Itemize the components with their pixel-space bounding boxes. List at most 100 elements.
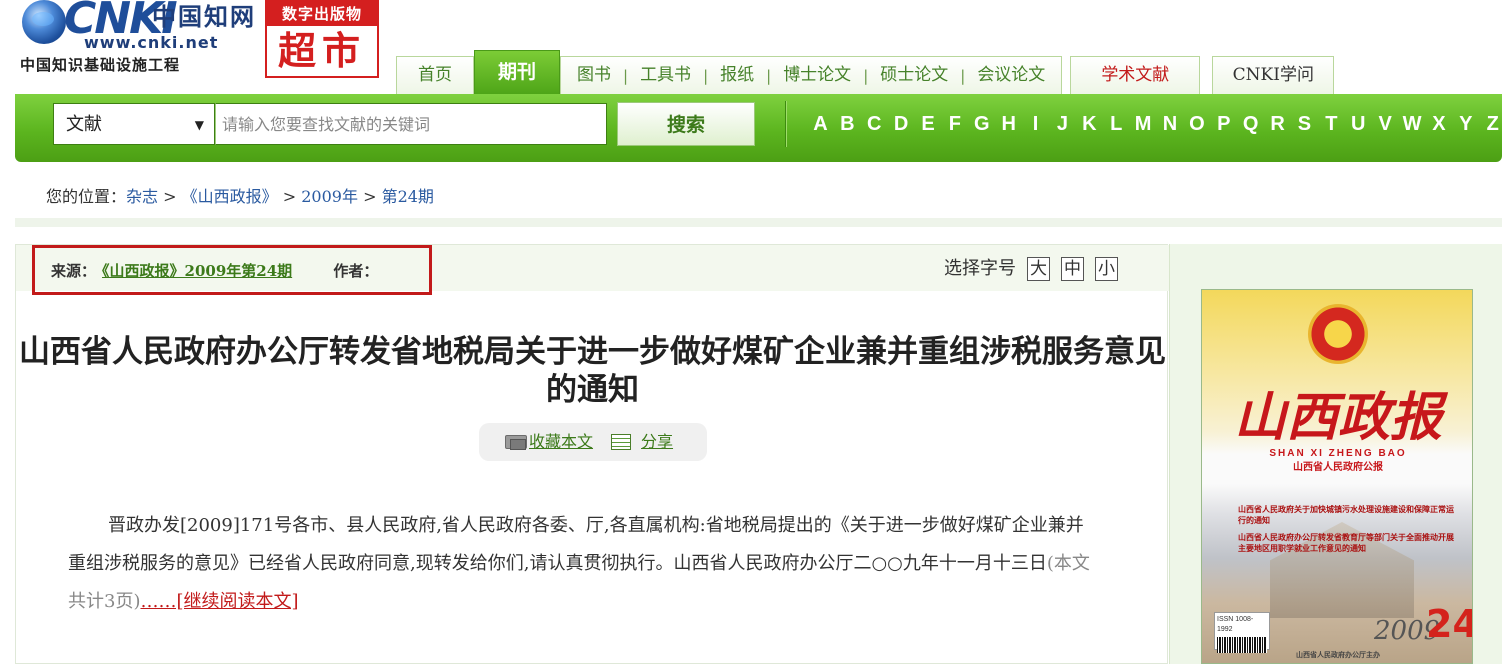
alphabet-letter-i[interactable]: I — [1022, 114, 1049, 134]
search-type-value: 文献 — [66, 114, 102, 135]
continue-reading-link[interactable]: ……[继续阅读本文] — [140, 591, 298, 612]
cover-issue: 24 — [1426, 602, 1472, 646]
cnki-logo[interactable]: CNKI 中国知网 www.cnki.net 中国知识基础设施工程 — [20, 0, 260, 78]
folder-icon[interactable] — [505, 435, 527, 450]
breadcrumb-separator: > — [282, 187, 297, 206]
font-size-medium-button[interactable]: 中 — [1061, 257, 1084, 281]
alphabet-letter-t[interactable]: T — [1318, 114, 1345, 134]
alphabet-letter-v[interactable]: V — [1372, 114, 1399, 134]
alphabet-letter-m[interactable]: M — [1130, 114, 1157, 134]
cover-pinyin: SHAN XI ZHENG BAO — [1269, 448, 1407, 459]
alphabet-letter-k[interactable]: K — [1076, 114, 1103, 134]
article-abstract: 晋政办发[2009]171号各市、县人民政府,省人民政府各委、厅,各直属机构:省… — [68, 507, 1098, 621]
national-emblem-icon — [1308, 304, 1368, 364]
abstract-text: 晋政办发[2009]171号各市、县人民政府,省人民政府各委、厅,各直属机构:省… — [68, 515, 1084, 574]
font-size-large-button[interactable]: 大 — [1027, 257, 1050, 281]
breadcrumb-journal[interactable]: 《山西政报》 — [182, 187, 278, 206]
alphabet-letter-d[interactable]: D — [888, 114, 915, 134]
alphabet-letter-f[interactable]: F — [941, 114, 968, 134]
breadcrumb-separator: > — [363, 187, 377, 206]
side-panel: 山西政报 SHAN XI ZHENG BAO 山西省人民政府公报 山西省人民政府… — [1169, 244, 1502, 664]
alphabet-letter-j[interactable]: J — [1049, 114, 1076, 134]
nav-separator: | — [703, 66, 709, 85]
source-label: 来源： — [51, 262, 97, 280]
search-bar: 文献 ▼ 请输入您要查找文献的关键词 搜索 ABCDEFGHIJKLMNOPQR… — [15, 94, 1502, 162]
tab-books[interactable]: 图书 — [567, 67, 621, 84]
alphabet-letter-h[interactable]: H — [995, 114, 1022, 134]
tab-doctoral-theses[interactable]: 博士论文 — [773, 67, 861, 84]
cover-toc-item: 山西省人民政府关于加快城镇污水处理设施建设和保障正常运行的通知 — [1238, 505, 1454, 525]
source-row: 来源： 《山西政报》2009年第24期 作者： 选择字号 大 中 小 — [16, 245, 1169, 295]
alphabet-letter-l[interactable]: L — [1103, 114, 1130, 134]
author-label: 作者： — [333, 262, 379, 280]
nav-separator: | — [960, 66, 966, 85]
nav-tab-group: 图书 | 工具书 | 报纸 | 博士论文 | 硕士论文 | 会议论文 — [560, 56, 1063, 94]
issn-box: ISSN 1008-1992 — [1214, 612, 1270, 653]
alphabet-index: ABCDEFGHIJKLMNOPQRSTUVWXYZ — [807, 94, 1502, 154]
nav-separator: | — [766, 66, 772, 85]
digital-market-badge[interactable]: 数字出版物 超市 — [265, 0, 379, 78]
source-link[interactable]: 《山西政报》2009年第24期 — [102, 262, 292, 280]
tab-reference-books[interactable]: 工具书 — [630, 67, 701, 84]
alphabet-letter-y[interactable]: Y — [1452, 114, 1479, 134]
alphabet-letter-u[interactable]: U — [1345, 114, 1372, 134]
globe-icon — [22, 0, 66, 44]
alphabet-letter-n[interactable]: N — [1157, 114, 1184, 134]
search-button[interactable]: 搜索 — [617, 102, 755, 146]
breadcrumb-separator: > — [163, 187, 177, 206]
article-title: 山西省人民政府办公厅转发省地税局关于进一步做好煤矿企业兼并重组涉税服务意见的通知 — [19, 334, 1166, 408]
font-size-selector: 选择字号 大 中 小 — [944, 257, 1118, 281]
alphabet-letter-e[interactable]: E — [915, 114, 942, 134]
logo-subtitle: 中国知识基础设施工程 — [20, 56, 181, 74]
article-actions: 收藏本文 分享 — [479, 423, 707, 461]
nav-separator: | — [623, 66, 629, 85]
alphabet-letter-c[interactable]: C — [861, 114, 888, 134]
tab-conference-papers[interactable]: 会议论文 — [967, 67, 1055, 84]
favorite-link[interactable]: 收藏本文 — [529, 434, 593, 450]
badge-top: 数字出版物 — [267, 2, 377, 26]
tab-cnki-learn[interactable]: CNKI学问 — [1212, 56, 1335, 94]
logo-url: www.cnki.net — [84, 33, 219, 52]
tab-journals[interactable]: 期刊 — [474, 50, 560, 94]
caret-down-icon: ▼ — [194, 118, 204, 132]
font-size-label: 选择字号 — [944, 258, 1016, 279]
cover-masthead: 山西政报 — [1233, 387, 1442, 448]
breadcrumb-divider — [15, 218, 1502, 227]
search-input[interactable]: 请输入您要查找文献的关键词 — [215, 103, 607, 145]
alphabet-letter-x[interactable]: X — [1425, 114, 1452, 134]
alphabet-letter-s[interactable]: S — [1291, 114, 1318, 134]
alphabet-letter-z[interactable]: Z — [1479, 114, 1502, 134]
search-type-select[interactable]: 文献 ▼ — [53, 103, 215, 145]
badge-bottom: 超市 — [277, 28, 366, 73]
journal-cover[interactable]: 山西政报 SHAN XI ZHENG BAO 山西省人民政府公报 山西省人民政府… — [1201, 289, 1473, 664]
nav-separator: | — [863, 66, 869, 85]
breadcrumb-magazines[interactable]: 杂志 — [126, 187, 158, 206]
alphabet-letter-a[interactable]: A — [807, 114, 834, 134]
tab-newspapers[interactable]: 报纸 — [710, 67, 764, 84]
cover-subtitle: 山西省人民政府公报 — [1293, 462, 1383, 473]
alphabet-letter-b[interactable]: B — [834, 114, 861, 134]
bar-divider — [785, 101, 786, 147]
breadcrumb-issue[interactable]: 第24期 — [382, 187, 434, 206]
logo-brand-cn: 中国知网 — [152, 2, 256, 31]
share-icon[interactable] — [611, 434, 632, 450]
font-size-small-button[interactable]: 小 — [1095, 257, 1118, 281]
cover-toc: 山西省人民政府关于加快城镇污水处理设施建设和保障正常运行的通知 山西省人民政府办… — [1238, 504, 1458, 560]
article-panel: 来源： 《山西政报》2009年第24期 作者： 选择字号 大 中 小 山西省人民政… — [15, 244, 1169, 664]
alphabet-letter-g[interactable]: G — [968, 114, 995, 134]
alphabet-letter-w[interactable]: W — [1399, 114, 1426, 134]
breadcrumb-prefix: 您的位置： — [46, 187, 127, 206]
alphabet-letter-o[interactable]: O — [1183, 114, 1210, 134]
cover-publisher: 山西省人民政府办公厅主办 — [1296, 651, 1380, 659]
share-link[interactable]: 分享 — [641, 434, 673, 450]
tab-masters-theses[interactable]: 硕士论文 — [870, 67, 958, 84]
cover-toc-item: 山西省人民政府办公厅转发省教育厅等部门关于全面推动开展主要地区用职学就业工作意见… — [1238, 533, 1454, 553]
tab-academic-literature[interactable]: 学术文献 — [1070, 56, 1201, 94]
alphabet-letter-p[interactable]: P — [1210, 114, 1237, 134]
source-highlight: 来源： 《山西政报》2009年第24期 作者： — [32, 245, 432, 295]
issn-text: ISSN 1008-1992 — [1217, 616, 1254, 633]
breadcrumb-year[interactable]: 2009年 — [301, 187, 358, 206]
alphabet-letter-r[interactable]: R — [1264, 114, 1291, 134]
tab-home[interactable]: 首页 — [396, 56, 474, 94]
alphabet-letter-q[interactable]: Q — [1237, 114, 1264, 134]
